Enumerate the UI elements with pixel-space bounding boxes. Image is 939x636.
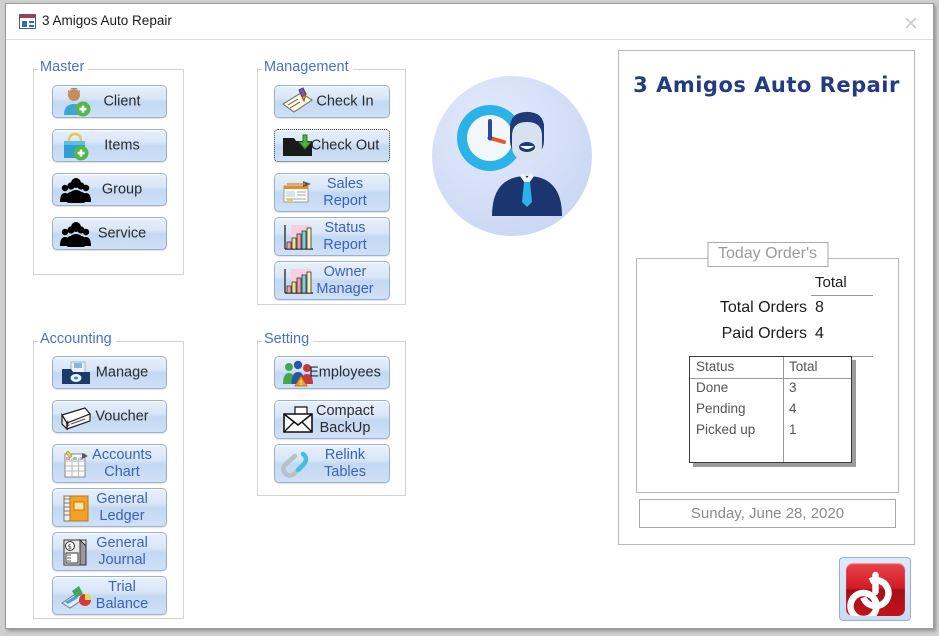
total-orders-label: Total Orders bbox=[637, 299, 807, 317]
group-master-legend: Master bbox=[38, 59, 88, 75]
summary-total-header: Total bbox=[815, 274, 847, 291]
power-button-face bbox=[846, 563, 905, 616]
group-setting: Setting ! Employees bbox=[257, 341, 406, 496]
group-setting-legend: Setting bbox=[262, 331, 313, 347]
button-general-journal-label: General Journal bbox=[86, 534, 158, 568]
button-compact-backup-label: Compact BackUp bbox=[309, 402, 381, 436]
button-voucher-label: Voucher bbox=[86, 408, 158, 425]
table-row[interactable]: Pending 4 bbox=[690, 399, 851, 420]
button-items[interactable]: Items bbox=[52, 129, 167, 162]
status-cell: Done bbox=[696, 380, 728, 395]
button-trial-balance-label: Trial Balance bbox=[86, 578, 158, 612]
today-orders-group: Today Order's Total Total Orders 8 Paid … bbox=[636, 258, 899, 493]
group-master: Master Client bbox=[33, 69, 184, 275]
button-sales-report-label: Sales Report bbox=[309, 175, 381, 209]
button-relink-tables-label: Relink Tables bbox=[309, 446, 381, 480]
group-accounting-legend: Accounting bbox=[38, 331, 116, 347]
button-accounts-chart[interactable]: Accounts Chart bbox=[52, 444, 167, 483]
total-orders-value: 8 bbox=[815, 299, 824, 317]
dashboard-panel: 3 Amigos Auto Repair Today Order's Total… bbox=[618, 50, 915, 545]
group-accounting: Accounting Manage bbox=[33, 341, 184, 619]
button-service-label: Service bbox=[86, 225, 158, 242]
status-cell: Picked up bbox=[696, 422, 755, 437]
button-check-out-label: Check Out bbox=[309, 137, 381, 154]
button-manage-label: Manage bbox=[86, 364, 158, 381]
button-items-label: Items bbox=[86, 137, 158, 154]
form-icon bbox=[19, 14, 36, 29]
button-general-ledger-label: General Ledger bbox=[86, 490, 158, 524]
summary-row: Total Orders 8 bbox=[637, 299, 898, 322]
total-cell: 4 bbox=[789, 401, 797, 416]
svg-text:$: $ bbox=[66, 420, 70, 428]
support-agent-clock-icon bbox=[432, 76, 592, 236]
button-manage[interactable]: Manage bbox=[52, 356, 167, 389]
button-owner-manager-label: Owner Manager bbox=[309, 263, 381, 297]
button-owner-manager[interactable]: Owner Manager bbox=[274, 261, 390, 300]
power-icon bbox=[846, 563, 905, 616]
table-row[interactable]: Picked up 1 bbox=[690, 420, 851, 441]
today-orders-legend: Today Order's bbox=[707, 242, 828, 267]
button-sales-report[interactable]: Sales Report bbox=[274, 173, 390, 212]
summary-row: Paid Orders 4 bbox=[637, 325, 898, 348]
button-client[interactable]: Client bbox=[52, 85, 167, 118]
exit-button[interactable] bbox=[839, 557, 911, 621]
button-compact-backup[interactable]: Compact BackUp bbox=[274, 400, 390, 439]
paid-orders-label: Paid Orders bbox=[637, 325, 807, 343]
svg-text:$: $ bbox=[68, 543, 72, 551]
button-status-report[interactable]: Status Report bbox=[274, 217, 390, 256]
app-logo bbox=[432, 76, 592, 236]
current-date-field: Sunday, June 28, 2020 bbox=[639, 499, 896, 528]
total-col-header: Total bbox=[789, 359, 818, 374]
button-status-report-label: Status Report bbox=[309, 219, 381, 253]
button-check-out[interactable]: Check Out bbox=[274, 129, 390, 162]
status-col-header: Status bbox=[696, 359, 734, 374]
button-general-journal[interactable]: $ General Journal bbox=[52, 532, 167, 571]
application-window: 3 Amigos Auto Repair ✕ Master Client bbox=[5, 3, 934, 629]
button-employees-label: Employees bbox=[309, 364, 381, 381]
button-relink-tables[interactable]: Relink Tables bbox=[274, 444, 390, 483]
paid-orders-value: 4 bbox=[815, 325, 824, 343]
group-management: Management Check In bbox=[257, 69, 406, 305]
close-icon[interactable]: ✕ bbox=[901, 15, 921, 35]
group-management-legend: Management bbox=[262, 59, 353, 75]
button-check-in-label: Check In bbox=[309, 93, 381, 110]
status-table-header-row: Status Total bbox=[690, 357, 851, 378]
orders-summary: Total Total Orders 8 Paid Orders 4 bbox=[637, 274, 898, 348]
button-trial-balance[interactable]: Trial Balance bbox=[52, 576, 167, 615]
total-cell: 3 bbox=[789, 380, 797, 395]
button-employees[interactable]: ! Employees bbox=[274, 356, 390, 389]
button-client-label: Client bbox=[86, 93, 158, 110]
button-service[interactable]: Service bbox=[52, 217, 167, 250]
title-bar: 3 Amigos Auto Repair ✕ bbox=[6, 4, 933, 40]
svg-text:!: ! bbox=[300, 379, 303, 387]
button-group[interactable]: Group bbox=[52, 173, 167, 206]
summary-rule-top bbox=[811, 295, 873, 296]
total-cell: 1 bbox=[789, 422, 797, 437]
button-voucher[interactable]: $ Voucher bbox=[52, 400, 167, 433]
status-cell: Pending bbox=[696, 401, 746, 416]
button-check-in[interactable]: Check In bbox=[274, 85, 390, 118]
status-table: Status Total Done 3 Pending 4 Picked up … bbox=[689, 356, 852, 463]
app-root: 3 Amigos Auto Repair ✕ Master Client bbox=[0, 0, 939, 636]
panel-title: 3 Amigos Auto Repair bbox=[619, 73, 914, 97]
button-group-label: Group bbox=[86, 181, 158, 198]
button-general-ledger[interactable]: General Ledger bbox=[52, 488, 167, 527]
window-title: 3 Amigos Auto Repair bbox=[42, 13, 172, 28]
table-row[interactable]: Done 3 bbox=[690, 378, 851, 399]
button-accounts-chart-label: Accounts Chart bbox=[86, 446, 158, 480]
